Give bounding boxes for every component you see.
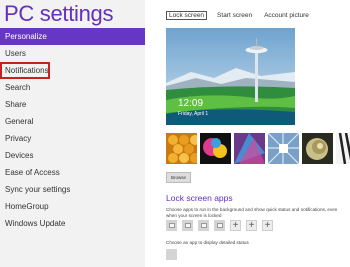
add-app-button-1[interactable]: + (230, 220, 241, 231)
lock-screen-date: Friday, April 1 (178, 111, 209, 117)
app-slot-messaging[interactable] (166, 220, 177, 231)
sidebar-item-sync-settings[interactable]: Sync your settings (0, 181, 145, 198)
sidebar-item-homegroup[interactable]: HomeGroup (0, 198, 145, 215)
tab-lock-screen[interactable]: Lock screen (166, 11, 208, 20)
sidebar-item-windows-update[interactable]: Windows Update (0, 215, 145, 232)
sidebar-item-privacy[interactable]: Privacy (0, 130, 145, 147)
add-app-button-2[interactable]: + (246, 220, 257, 231)
sidebar-item-share[interactable]: Share (0, 96, 145, 113)
sidebar-item-notifications[interactable]: Notifications (0, 62, 50, 79)
browse-button[interactable]: Browse (166, 172, 192, 183)
app-slot-calendar[interactable] (198, 220, 209, 231)
tab-start-screen[interactable]: Start screen (215, 11, 254, 20)
personalize-tabs: Lock screen Start screen Account picture (166, 11, 311, 20)
sidebar: PC settings Personalize Users Notificati… (0, 0, 145, 267)
lock-screen-thumbnails (166, 133, 350, 164)
mail-icon (184, 223, 191, 228)
thumbnail-color-splash[interactable] (200, 133, 231, 164)
lock-screen-preview: 12:09 Friday, April 1 (166, 28, 295, 125)
detailed-status-description: Choose an app to display detailed status (166, 240, 249, 245)
app-title: PC settings (4, 1, 114, 26)
tab-account-picture[interactable]: Account picture (262, 11, 311, 20)
detailed-status-app-slot[interactable] (166, 249, 177, 260)
add-app-button-3[interactable]: + (262, 220, 273, 231)
thumbnail-tunnel[interactable] (268, 133, 299, 164)
thumbnail-piano[interactable] (336, 133, 350, 164)
sidebar-item-users[interactable]: Users (0, 45, 145, 62)
sidebar-item-ease-of-access[interactable]: Ease of Access (0, 164, 145, 181)
app-slot-mail[interactable] (182, 220, 193, 231)
thumbnail-honeycomb[interactable] (166, 133, 197, 164)
lock-screen-time: 12:09 (178, 98, 204, 109)
sidebar-item-devices[interactable]: Devices (0, 147, 145, 164)
lock-screen-app-slots: + + + (166, 220, 273, 231)
sidebar-nav: Personalize Users Notifications Search S… (0, 28, 145, 232)
sidebar-item-personalize[interactable]: Personalize (0, 28, 145, 45)
app-slot-people[interactable] (214, 220, 225, 231)
lock-screen-apps-description: Choose apps to run in the background and… (166, 207, 338, 218)
messaging-icon (168, 223, 175, 228)
lock-screen-apps-title: Lock screen apps (166, 193, 233, 203)
people-icon (216, 223, 223, 228)
thumbnail-spiral[interactable] (234, 133, 265, 164)
thumbnail-nautilus[interactable] (302, 133, 333, 164)
sidebar-item-search[interactable]: Search (0, 79, 145, 96)
sidebar-item-general[interactable]: General (0, 113, 145, 130)
calendar-icon (200, 223, 207, 228)
